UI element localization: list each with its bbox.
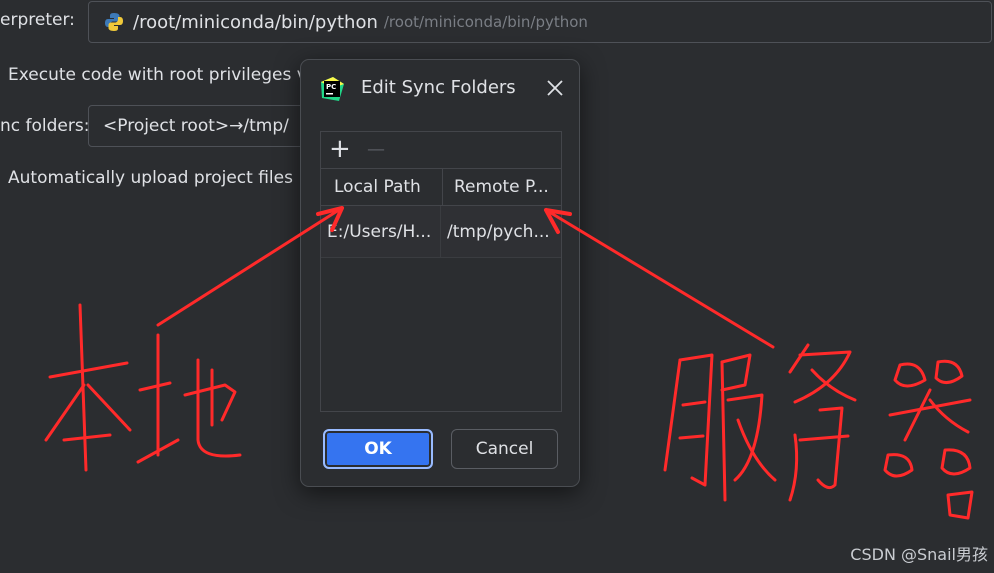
- table-header: Local Path Remote P...: [321, 168, 561, 206]
- local-handwriting: [44, 303, 242, 472]
- svg-text:PC: PC: [326, 83, 336, 91]
- python-icon: [103, 11, 125, 33]
- auto-upload-label[interactable]: Automatically upload project files: [8, 168, 293, 188]
- close-icon[interactable]: [545, 78, 565, 98]
- local-path-cell[interactable]: E:/Users/H...: [321, 206, 440, 257]
- cancel-button[interactable]: Cancel: [451, 429, 558, 469]
- remote-arrow: [544, 208, 775, 349]
- table-toolbar: + —: [321, 132, 561, 169]
- interpreter-select[interactable]: /root/miniconda/bin/python /root/minicon…: [88, 1, 992, 43]
- remove-icon[interactable]: —: [367, 135, 385, 165]
- pycharm-logo-icon: PC: [319, 76, 345, 102]
- interpreter-path: /root/miniconda/bin/python: [133, 11, 378, 33]
- column-header-remote-path[interactable]: Remote P...: [443, 168, 561, 205]
- column-header-local-path[interactable]: Local Path: [321, 168, 442, 205]
- add-icon[interactable]: +: [329, 134, 351, 164]
- interpreter-label: erpreter:: [0, 10, 75, 30]
- root-privileges-label[interactable]: Execute code with root privileges v: [8, 65, 307, 85]
- ok-button[interactable]: OK: [323, 429, 433, 469]
- sync-folders-field[interactable]: <Project root>→/tmp/: [88, 105, 318, 147]
- remote-path-cell[interactable]: /tmp/pych...: [441, 206, 561, 257]
- dialog-title: Edit Sync Folders: [361, 77, 516, 98]
- interpreter-path-hint: /root/miniconda/bin/python: [383, 13, 588, 31]
- table-row[interactable]: E:/Users/H... /tmp/pych...: [321, 206, 561, 258]
- sync-folders-label: nc folders:: [0, 116, 90, 136]
- sync-folders-table-panel: + — Local Path Remote P... E:/Users/H...…: [320, 131, 562, 412]
- server-handwriting: [663, 343, 974, 520]
- sync-folders-value: <Project root>→/tmp/: [103, 116, 289, 136]
- watermark: CSDN @Snail男孩: [850, 545, 988, 564]
- edit-sync-folders-dialog: PC Edit Sync Folders + — Local Path Remo…: [300, 59, 580, 487]
